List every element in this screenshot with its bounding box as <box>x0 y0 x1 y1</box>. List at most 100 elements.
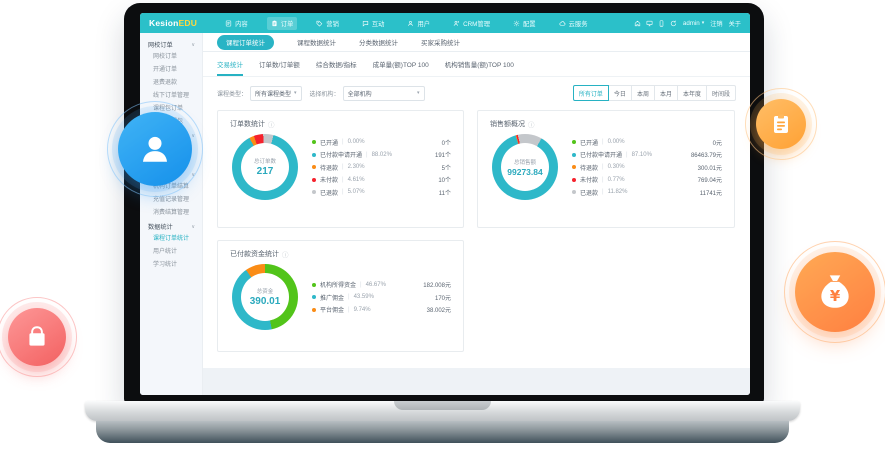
legend-separator: | <box>342 139 344 145</box>
legend: 机构所得资金|46.67%182.008元推广佣金|43.59%170元平台佣金… <box>312 278 451 316</box>
tab-1[interactable]: 课程数据统计 <box>297 37 336 47</box>
legend-label: 已付款申请开通 <box>580 150 622 159</box>
tab-0[interactable]: 课程订单统计 <box>217 35 274 50</box>
legend-value: 0个 <box>442 138 451 147</box>
legend-value: 11个 <box>439 188 451 197</box>
nav-item-gear[interactable]: 配置 <box>509 17 540 30</box>
legend-value: 300.01元 <box>698 163 722 172</box>
nav-item-order[interactable]: 订单 <box>267 17 298 30</box>
legend-row: 未付款|0.77%769.04元 <box>572 173 722 186</box>
legend-dot <box>572 165 576 169</box>
tab-2[interactable]: 分类数据统计 <box>359 37 398 47</box>
legend-label: 已开通 <box>580 138 598 147</box>
laptop-base-notch <box>394 401 491 410</box>
legend: 已开通|0.00%0个已付款申请开通|88.02%191个待退款|2.30%5个… <box>312 136 451 199</box>
sidebar-item[interactable]: 用户统计 <box>140 246 202 259</box>
app-logo[interactable]: KesionEDU <box>149 18 197 28</box>
donut-center-label: 总订单数 <box>254 157 276 165</box>
marketing-icon <box>316 20 323 27</box>
sidebar-section-label: 数据统计 <box>148 222 173 231</box>
legend-percent: 46.67% <box>366 282 386 288</box>
nav-item-label: 用户 <box>417 19 430 28</box>
tab-3[interactable]: 买家采购统计 <box>421 37 460 47</box>
chevron-down-icon: ▾ <box>294 90 297 96</box>
admin-menu[interactable]: admin ▾ <box>683 20 704 27</box>
nav-item-user[interactable]: 用户 <box>403 17 434 30</box>
info-icon[interactable]: ⓘ <box>282 249 289 259</box>
nav-item-label: CRM管理 <box>463 19 490 28</box>
range-button-3[interactable]: 本月 <box>654 85 678 101</box>
sales-amount-card: 销售额概况 ⓘ 总销售额 99273.84 <box>477 110 735 228</box>
nav-item-interact[interactable]: 互动 <box>358 17 389 30</box>
nav-item-label: 云服务 <box>569 19 588 28</box>
legend-label: 已付款申请开通 <box>320 150 362 159</box>
order-count-card: 订单数统计 ⓘ 总订单数 217 <box>217 110 464 228</box>
legend-row: 已退款|11.82%11741元 <box>572 186 722 199</box>
legend-separator: | <box>342 164 344 170</box>
legend-separator: | <box>602 139 604 145</box>
legend-dot <box>312 190 316 194</box>
nav-item-label: 配置 <box>523 19 536 28</box>
course-type-select[interactable]: 所有课程类型 ▾ <box>250 86 302 101</box>
legend: 已开通|0.00%0元已付款申请开通|87.10%86463.79元待退款|0.… <box>572 136 722 199</box>
about-link[interactable]: 关于 <box>729 19 741 28</box>
home-icon[interactable] <box>634 20 641 27</box>
sidebar-section-header-0[interactable]: 网校订单∨ <box>140 38 202 51</box>
content-panel: 交易统计订单数/订单额综合数据/指标成单量(额)TOP 100 机构销售量(额)T… <box>203 52 750 368</box>
monitor-icon[interactable] <box>646 20 653 27</box>
nav-item-crm[interactable]: CRM管理 <box>449 17 494 30</box>
legend-separator: | <box>360 282 362 288</box>
cloud-icon <box>559 20 566 27</box>
legend-separator: | <box>348 307 350 313</box>
subtab-3[interactable]: 成单量(额)TOP 100 <box>373 59 429 76</box>
legend-separator: | <box>342 177 344 183</box>
org-select[interactable]: 全部机构 ▾ <box>343 86 425 101</box>
subtab-2[interactable]: 综合数据/指标 <box>316 59 357 76</box>
sidebar-item[interactable]: 退费退款 <box>140 77 202 90</box>
sidebar-section-header-3[interactable]: 数据统计∨ <box>140 220 202 233</box>
range-button-0[interactable]: 所有订单 <box>573 85 609 101</box>
sidebar-item[interactable]: 课程订单统计 <box>140 233 202 246</box>
legend-separator: | <box>342 189 344 195</box>
nav-item-marketing[interactable]: 营销 <box>312 17 343 30</box>
range-button-4[interactable]: 本年度 <box>677 85 707 101</box>
donut-center: 总销售额 99273.84 <box>492 134 558 200</box>
legend-dot <box>572 153 576 157</box>
nav-item-label: 营销 <box>326 19 339 28</box>
paid-funds-card: 已付款资金统计 ⓘ 总资金 390.01 <box>217 240 464 352</box>
money-bag-badge: ¥ <box>795 252 875 332</box>
legend-value: 170元 <box>435 293 451 302</box>
chevron-down-icon: ▾ <box>702 20 705 26</box>
sidebar-item[interactable]: 开通订单 <box>140 64 202 77</box>
nav-item-cloud[interactable]: 云服务 <box>555 17 592 30</box>
nav-item-content[interactable]: 内容 <box>221 17 252 30</box>
info-icon[interactable]: ⓘ <box>268 119 275 129</box>
card-title-text: 订单数统计 <box>230 119 265 129</box>
sidebar-item[interactable]: 学习统计 <box>140 259 202 272</box>
card-title: 订单数统计 ⓘ <box>218 111 463 131</box>
sidebar-item[interactable]: 消费结算管理 <box>140 207 202 220</box>
range-button-2[interactable]: 本周 <box>631 85 655 101</box>
subtab-1[interactable]: 订单数/订单额 <box>259 59 300 76</box>
logout-link[interactable]: 注销 <box>710 19 722 28</box>
refresh-icon[interactable] <box>670 20 677 27</box>
legend-dot <box>572 178 576 182</box>
legend-label: 已开通 <box>320 138 338 147</box>
subtab-0[interactable]: 交易统计 <box>217 59 243 76</box>
legend-row: 平台佣金|9.74%38.002元 <box>312 303 451 316</box>
logo-suffix: EDU <box>179 18 198 28</box>
nav-item-label: 内容 <box>235 19 248 28</box>
donut-center: 总资金 390.01 <box>232 264 298 330</box>
course-type-label: 课程类型： <box>217 89 247 98</box>
user-icon <box>407 20 414 27</box>
legend-label: 已退款 <box>320 188 338 197</box>
info-icon[interactable]: ⓘ <box>528 119 535 129</box>
range-button-5[interactable]: 时间段 <box>706 85 736 101</box>
phone-icon[interactable] <box>658 20 665 27</box>
legend-label: 已退款 <box>580 188 598 197</box>
legend-label: 待退款 <box>320 163 338 172</box>
range-button-1[interactable]: 今日 <box>608 85 632 101</box>
order-icon <box>271 20 278 27</box>
sidebar-item[interactable]: 网校订单 <box>140 51 202 64</box>
subtab-4[interactable]: 机构销售量(额)TOP 100 <box>445 59 514 76</box>
